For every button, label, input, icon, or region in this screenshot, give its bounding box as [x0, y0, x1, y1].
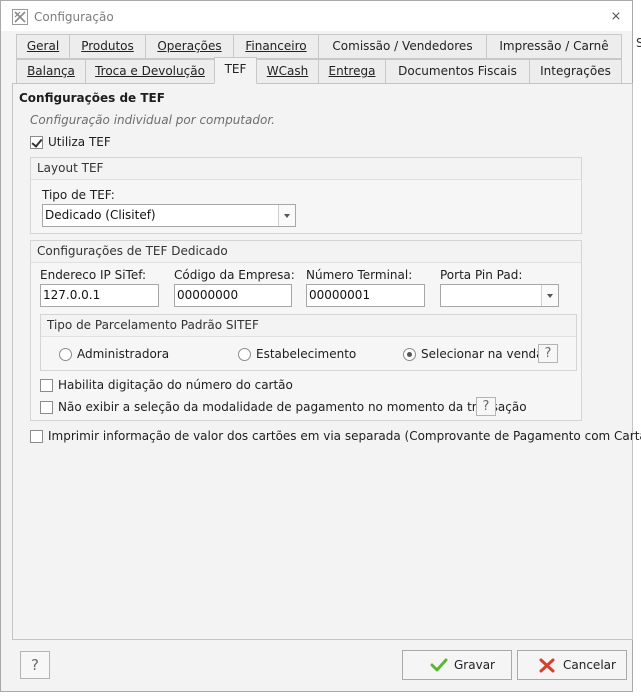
tab-integracoes[interactable]: Integrações [529, 59, 622, 84]
tef-panel: Configurações de TEF Configuração indivi… [12, 83, 641, 640]
title-bar: Configuração ⨯ [1, 1, 632, 31]
tab-troca-devolucao[interactable]: Troca e Devolução [85, 59, 215, 84]
tab-operacoes[interactable]: Operações [145, 34, 234, 59]
tab-wcash[interactable]: WCash [256, 59, 319, 84]
chevron-down-icon[interactable] [278, 205, 295, 226]
tab-balanca[interactable]: Balança [16, 59, 86, 84]
tipo-tef-select[interactable]: Dedicado (Clisitef) [42, 204, 296, 227]
porta-pinpad-label: Porta Pin Pad: [440, 268, 523, 282]
tef-dedicado-group: Configurações de TEF Dedicado Endereco I… [30, 240, 582, 421]
x-icon [539, 658, 555, 673]
utiliza-tef-label: Utiliza TEF [48, 135, 111, 149]
cancel-label: Cancelar [563, 658, 616, 672]
administradora-label: Administradora [77, 347, 170, 361]
codigo-empresa-label: Código da Empresa: [174, 268, 295, 282]
nao-exibir-checkbox[interactable] [40, 401, 53, 414]
parcelamento-title: Tipo de Parcelamento Padrão SITEF [41, 315, 576, 337]
imprimir-label: Imprimir informação de valor dos cartões… [48, 429, 641, 443]
parcelamento-group: Tipo de Parcelamento Padrão SITEF Admini… [40, 314, 577, 371]
utiliza-tef-checkbox[interactable] [30, 136, 43, 149]
tab-impressao-carne[interactable]: Impressão / Carnê [486, 34, 622, 59]
help-icon[interactable]: ? [476, 397, 496, 416]
tab-tef[interactable]: TEF [214, 57, 257, 84]
tab-entrega[interactable]: Entrega [318, 59, 386, 84]
tab-comissao-vendedores[interactable]: Comissão / Vendedores [318, 34, 487, 59]
app-logo-icon [12, 9, 28, 25]
chevron-down-icon[interactable] [541, 285, 558, 306]
layout-tef-title: Layout TEF [31, 158, 581, 180]
imprimir-checkbox[interactable] [30, 430, 43, 443]
radio-administradora[interactable] [59, 348, 72, 361]
codigo-empresa-input[interactable]: 00000000 [174, 284, 292, 307]
estabelecimento-label: Estabelecimento [256, 347, 357, 361]
save-label: Gravar [454, 658, 495, 672]
layout-tef-group: Layout TEF Tipo de TEF: Dedicado (Clisit… [30, 157, 582, 234]
radio-selecionar-na-venda[interactable] [403, 348, 416, 361]
habilita-digitacao-label: Habilita digitação do número do cartão [58, 378, 293, 392]
tab-produtos[interactable]: Produtos [69, 34, 146, 59]
porta-pinpad-select[interactable] [440, 284, 559, 307]
cancel-button[interactable]: Cancelar [517, 650, 627, 680]
configuration-window: Configuração ⨯ Geral Produtos Operações … [0, 0, 641, 692]
hint-text: Configuração individual por computador. [30, 113, 275, 127]
ip-sitef-label: Endereco IP SiTef: [40, 268, 147, 282]
tab-financeiro[interactable]: Financeiro [233, 34, 319, 59]
partial-text: S [636, 36, 641, 50]
selecionar-na-venda-label: Selecionar na venda [421, 347, 544, 361]
tipo-tef-label: Tipo de TEF: [42, 188, 115, 202]
close-icon[interactable]: ⨯ [608, 9, 624, 25]
ip-sitef-input[interactable]: 127.0.0.1 [40, 284, 159, 307]
radio-estabelecimento[interactable] [238, 348, 251, 361]
numero-terminal-label: Número Terminal: [306, 268, 413, 282]
save-button[interactable]: Gravar [402, 650, 512, 680]
tab-documentos-fiscais[interactable]: Documentos Fiscais [385, 59, 530, 84]
checkmark-icon [430, 658, 448, 672]
habilita-digitacao-checkbox[interactable] [40, 379, 53, 392]
tef-dedicado-title: Configurações de TEF Dedicado [31, 241, 581, 263]
help-icon[interactable]: ? [20, 651, 50, 679]
tab-geral[interactable]: Geral [16, 34, 70, 59]
window-title: Configuração [34, 10, 114, 24]
numero-terminal-input[interactable]: 00000001 [306, 284, 425, 307]
help-icon[interactable]: ? [538, 344, 558, 363]
section-title: Configurações de TEF [19, 91, 165, 105]
nao-exibir-label: Não exibir a seleção da modalidade de pa… [58, 400, 527, 414]
